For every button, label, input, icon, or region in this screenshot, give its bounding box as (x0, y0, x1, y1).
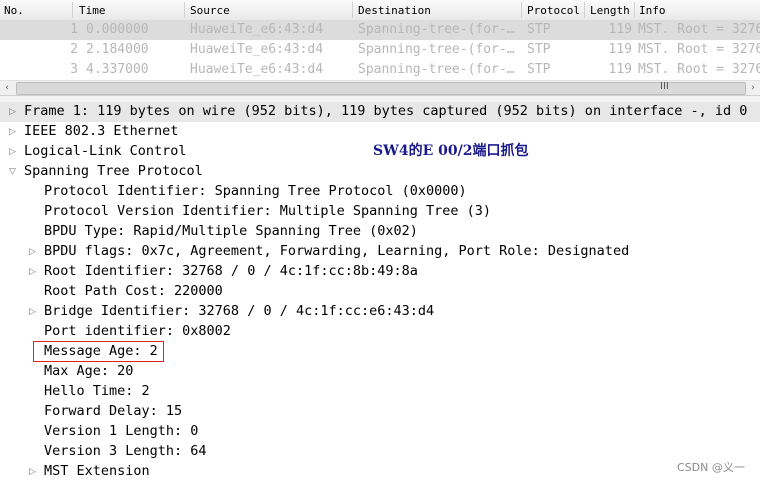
tree-field-protocol-identifier[interactable]: Protocol Identifier: Spanning Tree Proto… (0, 182, 760, 202)
tree-item-stp[interactable]: ▽ Spanning Tree Protocol (0, 162, 760, 182)
packet-list-header: No. Time Source Destination Protocol Len… (0, 0, 760, 21)
highlight-box (33, 341, 164, 362)
packet-row[interactable]: 3 4.337000 HuaweiTe_e6:43:d4 Spanning-tr… (0, 60, 760, 80)
packet-source: HuaweiTe_e6:43:d4 (190, 62, 324, 77)
packet-destination: Spanning-tree-(for-… (358, 42, 515, 57)
packet-destination: Spanning-tree-(for-… (358, 62, 515, 77)
column-divider[interactable] (352, 2, 353, 18)
packet-time: 2.184000 (86, 42, 149, 57)
tree-field-version3-length[interactable]: Version 3 Length: 64 (0, 442, 760, 462)
field-label: Max Age: 20 (44, 363, 134, 379)
packet-length: 119 (608, 42, 632, 57)
horizontal-scrollbar[interactable]: ‹ III › (0, 80, 760, 95)
tree-field-root-path-cost[interactable]: Root Path Cost: 220000 (0, 282, 760, 302)
expand-arrow-icon[interactable]: ▷ (29, 246, 39, 258)
tree-field-root-identifier[interactable]: ▷ Root Identifier: 32768 / 0 / 4c:1f:cc:… (0, 262, 760, 282)
packet-destination: Spanning-tree-(for-… (358, 22, 515, 37)
column-header-source[interactable]: Source (190, 4, 230, 17)
packet-info: MST. Root = 3276 (638, 62, 760, 77)
field-label: Version 3 Length: 64 (44, 443, 207, 459)
packet-row[interactable]: 1 0.000000 HuaweiTe_e6:43:d4 Spanning-tr… (0, 20, 760, 40)
expand-arrow-icon[interactable]: ▷ (9, 106, 19, 118)
tree-field-version1-length[interactable]: Version 1 Length: 0 (0, 422, 760, 442)
expand-arrow-icon[interactable]: ▷ (9, 126, 19, 138)
expand-arrow-icon[interactable]: ▷ (29, 266, 39, 278)
packet-protocol: STP (527, 42, 551, 57)
field-label: MST Extension (44, 463, 150, 479)
packet-length: 119 (608, 62, 632, 77)
field-label: Protocol Identifier: Spanning Tree Proto… (44, 183, 467, 199)
collapse-arrow-icon[interactable]: ▽ (9, 166, 19, 178)
column-header-info[interactable]: Info (639, 4, 666, 17)
column-divider[interactable] (72, 2, 73, 18)
tree-field-protocol-version[interactable]: Protocol Version Identifier: Multiple Sp… (0, 202, 760, 222)
packet-time: 0.000000 (86, 22, 149, 37)
tree-item-label: IEEE 802.3 Ethernet (24, 123, 179, 139)
expand-arrow-icon[interactable]: ▷ (29, 306, 39, 318)
grip-icon: III (660, 81, 669, 92)
packet-info: MST. Root = 3276 (638, 22, 760, 37)
tree-field-bridge-identifier[interactable]: ▷ Bridge Identifier: 32768 / 0 / 4c:1f:c… (0, 302, 760, 322)
field-label: Port identifier: 0x8002 (44, 323, 231, 339)
packet-no: 2 (70, 42, 78, 57)
tree-field-hello-time[interactable]: Hello Time: 2 (0, 382, 760, 402)
tree-field-mst-extension[interactable]: ▷ MST Extension (0, 462, 760, 482)
field-label: Protocol Version Identifier: Multiple Sp… (44, 203, 492, 219)
scroll-left-icon[interactable]: ‹ (0, 81, 14, 95)
column-header-protocol[interactable]: Protocol (527, 4, 580, 17)
field-label: Root Identifier: 32768 / 0 / 4c:1f:cc:8b… (44, 263, 418, 279)
scroll-right-icon[interactable]: › (746, 81, 760, 95)
packet-protocol: STP (527, 62, 551, 77)
expand-arrow-icon[interactable]: ▷ (9, 146, 19, 158)
expand-arrow-icon[interactable]: ▷ (29, 466, 39, 478)
tree-item-label: Frame 1: 119 bytes on wire (952 bits), 1… (24, 103, 748, 119)
field-label: Version 1 Length: 0 (44, 423, 199, 439)
annotation-text: SW4的E 00/2端口抓包 (373, 143, 529, 159)
tree-item-label: Spanning Tree Protocol (24, 163, 203, 179)
field-label: BPDU flags: 0x7c, Agreement, Forwarding,… (44, 243, 630, 259)
tree-field-max-age[interactable]: Max Age: 20 (0, 362, 760, 382)
packet-protocol: STP (527, 22, 551, 37)
tree-item-ethernet[interactable]: ▷ IEEE 802.3 Ethernet (0, 122, 760, 142)
field-label: Root Path Cost: 220000 (44, 283, 223, 299)
scrollbar-thumb[interactable]: III (16, 81, 746, 95)
field-label: Bridge Identifier: 32768 / 0 / 4c:1f:cc:… (44, 303, 435, 319)
packet-row[interactable]: 2 2.184000 HuaweiTe_e6:43:d4 Spanning-tr… (0, 40, 760, 60)
field-label: BPDU Type: Rapid/Multiple Spanning Tree … (44, 223, 418, 239)
packet-source: HuaweiTe_e6:43:d4 (190, 22, 324, 37)
column-divider[interactable] (184, 2, 185, 18)
column-divider[interactable] (521, 2, 522, 18)
field-label: Hello Time: 2 (44, 383, 150, 399)
column-header-destination[interactable]: Destination (358, 4, 431, 17)
packet-length: 119 (608, 22, 632, 37)
column-divider[interactable] (634, 2, 635, 18)
watermark: CSDN @义一 (677, 461, 745, 474)
tree-field-bpdu-type[interactable]: BPDU Type: Rapid/Multiple Spanning Tree … (0, 222, 760, 242)
column-divider[interactable] (584, 2, 585, 18)
column-header-no[interactable]: No. (4, 4, 24, 17)
field-label: Forward Delay: 15 (44, 403, 183, 419)
packet-source: HuaweiTe_e6:43:d4 (190, 42, 324, 57)
tree-field-bpdu-flags[interactable]: ▷ BPDU flags: 0x7c, Agreement, Forwardin… (0, 242, 760, 262)
tree-item-frame[interactable]: ▷ Frame 1: 119 bytes on wire (952 bits),… (0, 102, 760, 122)
tree-item-label: Logical-Link Control (24, 143, 187, 159)
column-header-length[interactable]: Length (590, 4, 630, 17)
packet-no: 3 (70, 62, 78, 77)
packet-info: MST. Root = 3276 (638, 42, 760, 57)
packet-time: 4.337000 (86, 62, 149, 77)
tree-field-forward-delay[interactable]: Forward Delay: 15 (0, 402, 760, 422)
column-header-time[interactable]: Time (79, 4, 106, 17)
tree-field-port-identifier[interactable]: Port identifier: 0x8002 (0, 322, 760, 342)
packet-no: 1 (70, 22, 78, 37)
